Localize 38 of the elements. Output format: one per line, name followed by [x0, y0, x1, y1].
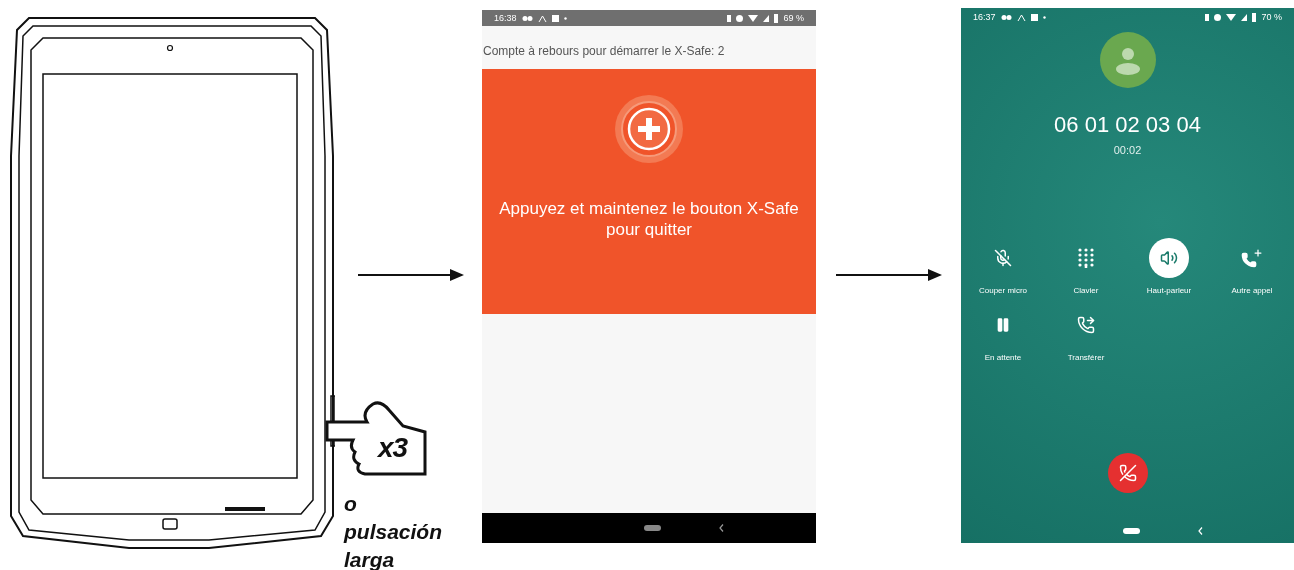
back-icon[interactable] — [719, 524, 724, 532]
dialpad-icon — [1078, 248, 1094, 268]
battery-icon — [1252, 12, 1257, 22]
wifi-icon — [748, 13, 759, 23]
call-action-label: Haut-parleur — [1146, 286, 1192, 295]
status-time: 16:37 — [973, 12, 996, 22]
signal-icon — [763, 13, 770, 23]
press-count: x3 — [378, 432, 408, 464]
phone-transfer-icon — [1077, 316, 1095, 334]
countdown-text: Compte à rebours pour démarrer le X-Safe: 2 — [482, 43, 726, 60]
call-action-label: Transférer — [1067, 353, 1105, 362]
speaker-icon — [1160, 249, 1178, 267]
phone-number: 06 01 02 03 04 — [1054, 112, 1201, 138]
call-action-label: En attente — [984, 353, 1022, 362]
end-call-button[interactable] — [1107, 453, 1148, 493]
exit-instruction: Appuyez et maintenez le bouton X-Safe pour quitter — [498, 198, 800, 240]
wifi-icon — [1226, 12, 1237, 22]
pause-icon — [995, 317, 1011, 333]
battery-level: 69 % — [783, 13, 804, 23]
vibrate-icon — [736, 13, 744, 23]
microphone-off-icon — [994, 249, 1012, 267]
add-call-icon — [1241, 248, 1263, 268]
call-action-button[interactable] — [1149, 238, 1189, 278]
call-action-label: Autre appel — [1231, 286, 1273, 295]
battery-icon — [774, 13, 779, 23]
call-action-label: Clavier — [1073, 286, 1099, 295]
home-pill[interactable] — [1122, 528, 1140, 534]
signal-icon — [1241, 12, 1248, 22]
call-duration: 00:02 — [1113, 144, 1142, 156]
voicemail-icon — [1000, 12, 1012, 22]
vibrate-icon — [1214, 12, 1222, 22]
status-time: 16:38 — [494, 13, 517, 23]
medical-cross-icon[interactable] — [614, 94, 684, 164]
voicemail-icon — [521, 13, 533, 23]
hang-up-icon — [1118, 464, 1137, 482]
call-action-label: Couper micro — [979, 286, 1027, 295]
battery-level: 70 % — [1261, 12, 1282, 22]
home-pill[interactable] — [644, 525, 661, 531]
